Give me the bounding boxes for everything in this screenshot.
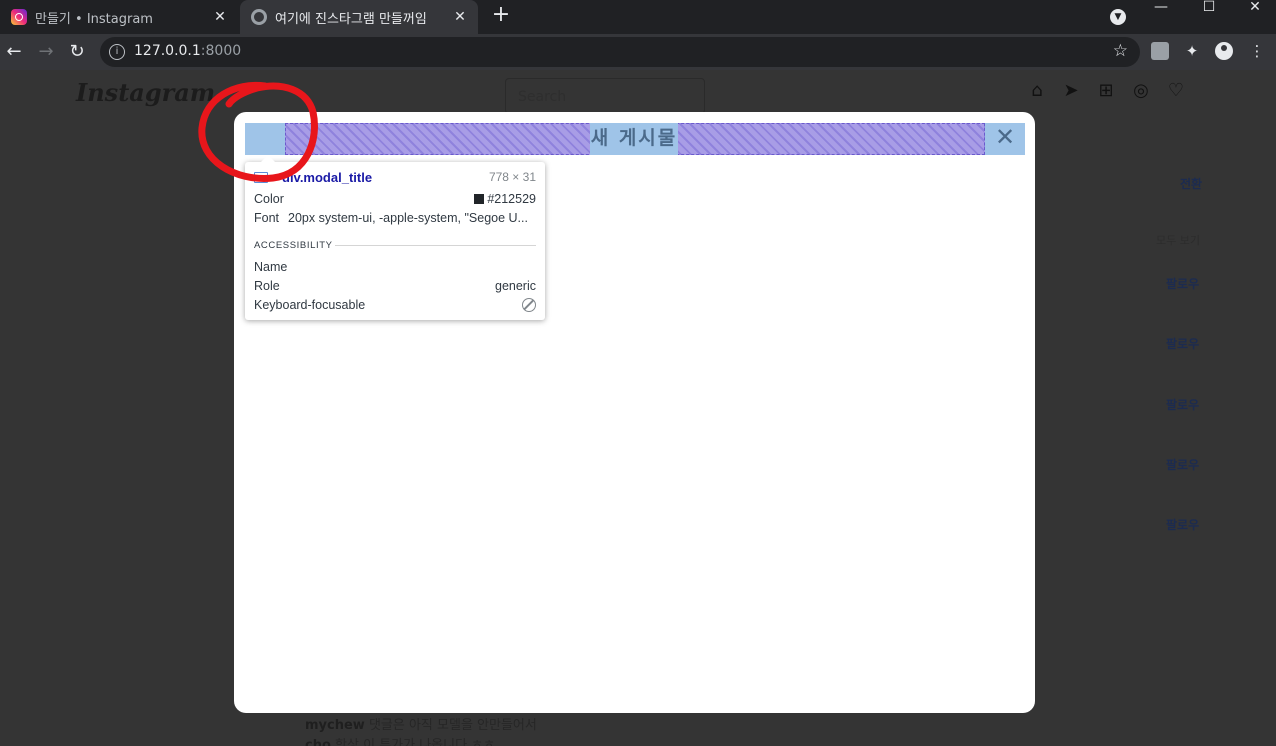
url-port: :8000 <box>200 43 242 59</box>
tooltip-color-value: #212529 <box>487 192 536 206</box>
forward-icon[interactable]: → <box>34 40 58 64</box>
follow-button[interactable]: 팔로우 <box>1166 275 1199 292</box>
instagram-icon <box>11 9 27 25</box>
tooltip-font-value: 20px system-ui, -apple-system, "Segoe U.… <box>288 211 528 225</box>
tooltip-focusable-label: Keyboard-focusable <box>254 298 366 312</box>
tooltip-font-label: Font <box>254 211 280 225</box>
tooltip-size: 778 × 31 <box>488 170 536 184</box>
modal-title: 새 게시물 <box>590 123 678 155</box>
extension-icon[interactable] <box>1151 42 1169 60</box>
kebab-menu-icon[interactable]: ⋮ <box>1248 42 1266 60</box>
comment-row: cho 항상 이 투가가 나옵니다 ㅎㅎ <box>305 734 495 746</box>
tab-title: 여기에 진스타그램 만들꺼임 <box>275 11 427 27</box>
maximize-icon[interactable]: ☐ <box>1186 0 1232 24</box>
red-annotation-circle <box>198 81 318 182</box>
explore-icon[interactable]: ◎ <box>1130 80 1152 102</box>
search-input[interactable]: Search <box>505 78 705 114</box>
accessibility-divider <box>335 245 536 246</box>
tab-jinstagram[interactable]: 여기에 진스타그램 만들꺼임 ✕ <box>240 0 478 34</box>
close-tab-icon[interactable]: ✕ <box>212 9 228 25</box>
puzzle-extensions-icon[interactable]: ✦ <box>1183 42 1201 60</box>
heart-icon[interactable]: ♡ <box>1165 80 1187 102</box>
follow-button[interactable]: 팔로우 <box>1166 335 1199 352</box>
tooltip-name-label: Name <box>254 260 288 274</box>
tab-strip: 만들기 • Instagram ✕ 여기에 진스타그램 만들꺼임 ✕ + ▼ —… <box>0 0 1276 34</box>
send-icon[interactable]: ➤ <box>1060 80 1082 102</box>
tooltip-font-row: Font 20px system-ui, -apple-system, "Seg… <box>254 211 536 225</box>
tab-title: 만들기 • Instagram <box>35 11 153 27</box>
tooltip-color-value-wrap: #212529 <box>474 192 536 206</box>
comment-user[interactable]: cho <box>305 738 331 746</box>
tab-instagram-create[interactable]: 만들기 • Instagram ✕ <box>0 0 238 34</box>
browser-toolbar: ← → ↻ i 127.0.0.1:8000 ☆ <box>0 34 1276 70</box>
close-tab-icon[interactable]: ✕ <box>452 9 468 25</box>
address-bar[interactable]: i 127.0.0.1:8000 ☆ <box>100 37 1140 67</box>
window-close-icon[interactable]: ✕ <box>1232 0 1276 24</box>
switch-account-link[interactable]: 전환 <box>1180 175 1202 192</box>
follow-button[interactable]: 팔로우 <box>1166 516 1199 533</box>
comment-row: mychew 댓글은 아직 모델을 안만들어서 <box>305 714 537 733</box>
minimize-icon[interactable]: — <box>1138 0 1184 24</box>
globe-icon <box>251 9 267 25</box>
not-focusable-icon <box>522 298 536 312</box>
new-post-icon[interactable]: ⊞ <box>1095 80 1117 102</box>
follow-button[interactable]: 팔로우 <box>1166 456 1199 473</box>
tooltip-role-label: Role <box>254 279 280 293</box>
reload-icon[interactable]: ↻ <box>65 40 89 64</box>
comment-text: 댓글은 아직 모델을 안만들어서 <box>368 718 537 733</box>
tooltip-role-value: generic <box>495 279 536 293</box>
tooltip-focusable-row: Keyboard-focusable <box>254 298 536 312</box>
tooltip-color-row: Color #212529 <box>254 192 536 206</box>
tooltip-color-label: Color <box>254 192 284 206</box>
bookmark-star-icon[interactable]: ☆ <box>1113 41 1128 61</box>
site-info-icon[interactable]: i <box>109 44 125 60</box>
profile-avatar-icon[interactable] <box>1215 42 1233 60</box>
tab-search-icon[interactable]: ▼ <box>1110 9 1126 25</box>
comment-user[interactable]: mychew <box>305 718 365 733</box>
url-host: 127.0.0.1 <box>134 43 201 59</box>
tooltip-name-row: Name <box>254 260 536 274</box>
modal-close-button[interactable]: ✕ <box>985 123 1025 155</box>
comment-text: 항상 이 투가가 나옵니다 ㅎㅎ <box>335 738 496 746</box>
color-swatch <box>474 194 485 204</box>
back-icon[interactable]: ← <box>2 40 26 64</box>
tooltip-role-row: Role generic <box>254 279 536 293</box>
home-icon[interactable]: ⌂ <box>1026 80 1048 102</box>
see-all-link[interactable]: 모두 보기 <box>1156 232 1200 248</box>
new-tab-button[interactable]: + <box>489 4 513 28</box>
follow-button[interactable]: 팔로우 <box>1166 396 1199 413</box>
accessibility-header: ACCESSIBILITY <box>254 240 333 251</box>
url-text[interactable]: 127.0.0.1:8000 <box>134 43 241 59</box>
modal-title-highlight: 새 게시물 ✕ <box>245 123 1025 155</box>
